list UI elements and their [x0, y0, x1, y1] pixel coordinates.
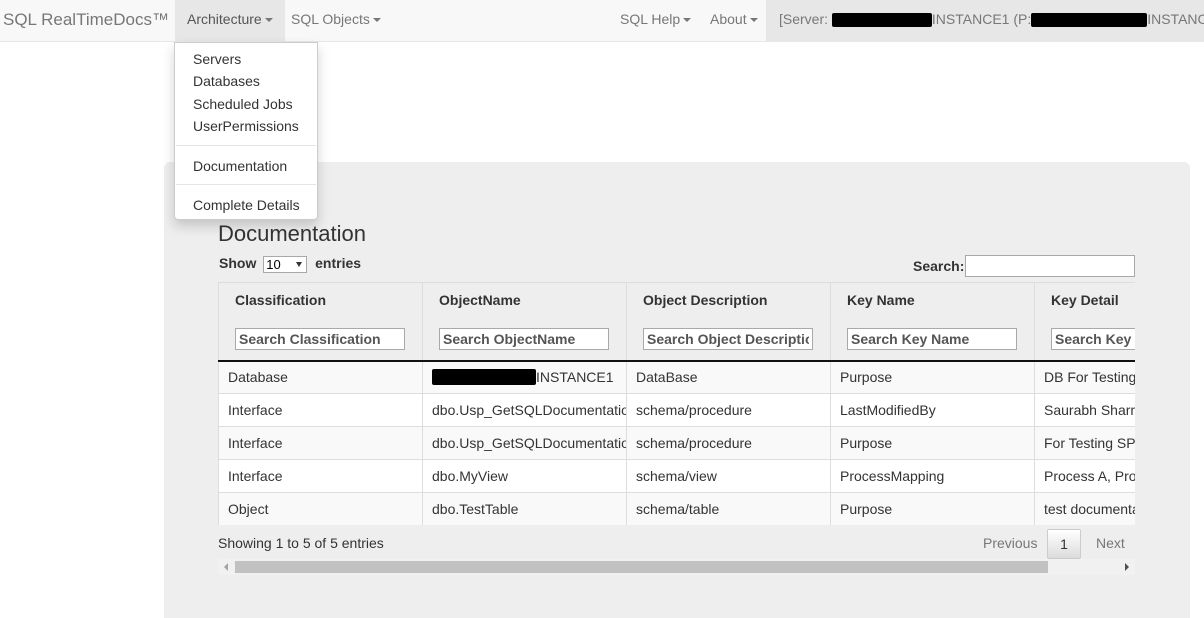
- cell-classification: Interface: [218, 426, 423, 460]
- table-row[interactable]: Interface dbo.Usp_GetSQLDocumentation sc…: [218, 426, 1135, 460]
- cell-key-detail: Process A, Process B: [1034, 459, 1135, 493]
- cell-classification: Interface: [218, 459, 423, 493]
- cell-key-detail: For Testing SP: [1034, 426, 1135, 460]
- redacted-partner-name: [1031, 13, 1148, 28]
- architecture-dropdown-menu: Servers Databases Scheduled Jobs UserPer…: [174, 42, 318, 220]
- cell-key-name: Purpose: [830, 426, 1035, 460]
- menu-item-userpermissions[interactable]: UserPermissions: [193, 118, 299, 134]
- server-instance: INSTANCE1 (P:: [931, 11, 1032, 27]
- nav-about-label: About: [710, 11, 747, 27]
- cell-object-description: DataBase: [626, 360, 831, 394]
- column-header-classification[interactable]: Classification: [218, 282, 423, 318]
- server-info: [Server: INSTANCE1 (P: INSTANCE1)]: [766, 0, 1204, 41]
- caret-down-icon: [372, 18, 381, 23]
- pagination-previous-button[interactable]: Previous: [983, 535, 1037, 551]
- pagination-next-button[interactable]: Next: [1096, 535, 1125, 551]
- column-header-key-name[interactable]: Key Name: [830, 282, 1035, 318]
- filter-key-detail-input[interactable]: [1051, 327, 1135, 350]
- menu-item-documentation[interactable]: Documentation: [193, 158, 287, 174]
- table-row[interactable]: Database INSTANCE1 DataBase Purpose DB F…: [218, 360, 1135, 394]
- cell-objectname: dbo.Usp_GetSQLDocumentation: [422, 393, 627, 427]
- table-filter-row: [218, 317, 1135, 362]
- table-row[interactable]: Interface dbo.MyView schema/view Process…: [218, 459, 1135, 493]
- table-row[interactable]: Interface dbo.Usp_GetSQLDocumentation sc…: [218, 393, 1135, 427]
- column-header-key-detail[interactable]: Key Detail: [1034, 282, 1135, 318]
- filter-key-name-input[interactable]: [847, 327, 1017, 350]
- cell-key-name: LastModifiedBy: [830, 393, 1035, 427]
- menu-item-servers[interactable]: Servers: [193, 51, 241, 67]
- caret-down-icon: [749, 18, 758, 23]
- scrollbar-thumb[interactable]: [235, 561, 1048, 573]
- nav-sql-objects-menu[interactable]: SQL Objects: [279, 0, 393, 41]
- table-info: Showing 1 to 5 of 5 entries: [218, 535, 384, 551]
- cell-objectname: dbo.Usp_GetSQLDocumentation: [422, 426, 627, 460]
- filter-classification-input[interactable]: [235, 327, 405, 350]
- server-end: INSTANCE1)]: [1147, 11, 1204, 27]
- menu-item-complete-details[interactable]: Complete Details: [193, 197, 300, 213]
- select-arrow-icon: [296, 262, 303, 267]
- nav-sql-help-menu[interactable]: SQL Help: [608, 0, 703, 41]
- nav-sql-help-label: SQL Help: [620, 11, 681, 27]
- cell-key-detail: DB For Testing: [1034, 360, 1135, 394]
- server-prefix: [Server:: [779, 11, 832, 27]
- caret-down-icon: [264, 18, 273, 23]
- filter-objectname-input[interactable]: [439, 327, 609, 350]
- cell-classification: Interface: [218, 393, 423, 427]
- cell-object-description: schema/table: [626, 492, 831, 525]
- nav-about-menu[interactable]: About: [698, 0, 770, 41]
- column-header-object-description[interactable]: Object Description: [626, 282, 831, 318]
- filter-object-description-input[interactable]: [643, 327, 813, 350]
- page-title: Documentation: [218, 221, 366, 246]
- table-row[interactable]: Object dbo.TestTable schema/table Purpos…: [218, 492, 1135, 525]
- navbar: SQL RealTimeDocs™ Architecture SQL Objec…: [0, 0, 1204, 42]
- cell-classification: Object: [218, 492, 423, 525]
- entries-label: entries: [315, 255, 362, 271]
- search-label: Search:: [913, 258, 965, 274]
- caret-down-icon: [683, 18, 692, 23]
- cell-object-description: schema/procedure: [626, 426, 831, 460]
- menu-divider: [176, 184, 316, 185]
- table-scroll-container: Classification ObjectName Object Descrip…: [218, 282, 1135, 525]
- scroll-left-icon[interactable]: [224, 563, 228, 571]
- cell-key-name: ProcessMapping: [830, 459, 1035, 493]
- cell-objectname: dbo.TestTable: [422, 492, 627, 525]
- documentation-table: Classification ObjectName Object Descrip…: [218, 282, 1135, 525]
- cell-object-description: schema/procedure: [626, 393, 831, 427]
- nav-architecture-label: Architecture: [187, 11, 262, 27]
- brand-link[interactable]: SQL RealTimeDocs™: [3, 10, 169, 30]
- redacted-server-name: [432, 369, 536, 386]
- pagination-page-1-button[interactable]: 1: [1047, 529, 1081, 559]
- horizontal-scrollbar[interactable]: [218, 559, 1135, 575]
- cell-key-name: Purpose: [830, 492, 1035, 525]
- menu-item-scheduled-jobs[interactable]: Scheduled Jobs: [193, 96, 293, 112]
- cell-key-detail: Saurabh Sharma: [1034, 393, 1135, 427]
- menu-divider: [176, 145, 316, 146]
- menu-item-databases[interactable]: Databases: [193, 73, 260, 89]
- cell-classification: Database: [218, 360, 423, 394]
- cell-objectname: INSTANCE1: [422, 360, 627, 394]
- column-header-objectname[interactable]: ObjectName: [422, 282, 627, 318]
- cell-objectname: dbo.MyView: [422, 459, 627, 493]
- search-input[interactable]: [965, 255, 1135, 277]
- scroll-right-icon[interactable]: [1125, 563, 1129, 571]
- cell-objectname-text: INSTANCE1: [536, 369, 614, 386]
- entries-length-control: Show 10 entries: [219, 255, 361, 273]
- show-label: Show: [219, 255, 257, 271]
- cell-object-description: schema/view: [626, 459, 831, 493]
- nav-architecture-menu[interactable]: Architecture: [175, 0, 285, 41]
- table-header-row: Classification ObjectName Object Descrip…: [218, 282, 1135, 318]
- nav-sql-objects-label: SQL Objects: [291, 11, 370, 27]
- redacted-server-name: [831, 13, 932, 28]
- cell-key-detail: test documentation: [1034, 492, 1135, 525]
- cell-key-name: Purpose: [830, 360, 1035, 394]
